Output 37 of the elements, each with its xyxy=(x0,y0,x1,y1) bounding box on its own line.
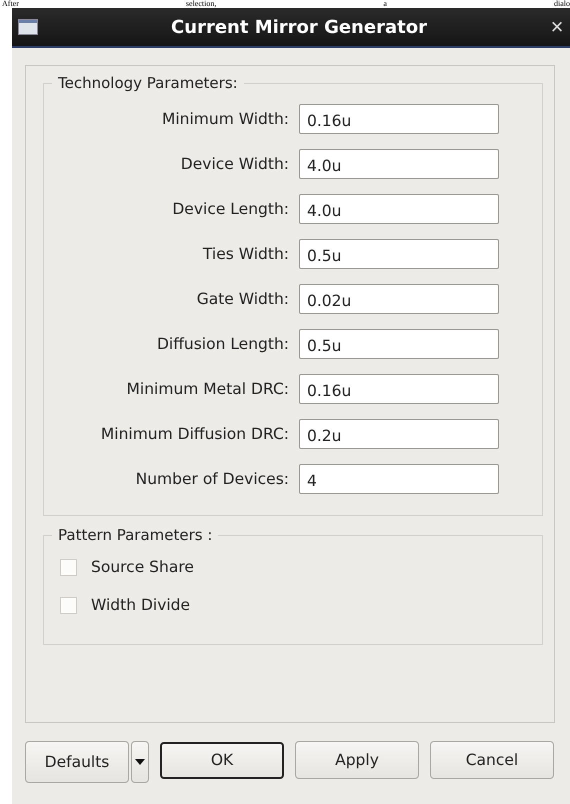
checkbox[interactable] xyxy=(60,596,77,614)
dialog-button[interactable]: Apply xyxy=(295,741,419,779)
field-label: Diffusion Length: xyxy=(156,334,289,352)
dropdown-button[interactable] xyxy=(131,741,149,783)
input-field[interactable]: 4 xyxy=(299,464,499,494)
document-word: a xyxy=(383,0,387,8)
field-label: Number of Devices: xyxy=(134,470,289,488)
document-word: After xyxy=(2,0,19,8)
input-field[interactable]: 4.0u xyxy=(299,148,499,178)
group-title: Pattern Parameters : xyxy=(57,526,214,544)
group-title: Technology Parameters: xyxy=(57,74,239,92)
dialog-button[interactable]: Cancel xyxy=(430,741,554,779)
checkbox[interactable] xyxy=(60,558,77,576)
close-button[interactable]: × xyxy=(550,14,564,40)
field-label: Device Width: xyxy=(180,154,289,172)
input-field[interactable]: 0.5u xyxy=(299,328,499,358)
input-field[interactable]: 0.5u xyxy=(299,238,499,268)
input-field[interactable]: 0.16u xyxy=(299,374,499,404)
checkbox-label: Source Share xyxy=(91,558,194,576)
input-field[interactable]: 4.0u xyxy=(299,194,499,224)
input-field[interactable]: 0.02u xyxy=(299,284,499,314)
document-word: selection, xyxy=(186,0,216,8)
caret-icon xyxy=(135,759,145,765)
window-icon xyxy=(18,19,38,35)
field-label: Minimum Diffusion DRC: xyxy=(100,424,289,442)
input-field[interactable]: 0.16u xyxy=(299,104,499,134)
defaults-button[interactable]: Defaults xyxy=(25,741,129,783)
field-label: Minimum Metal DRC: xyxy=(126,380,289,398)
checkbox-label: Width Divide xyxy=(91,596,190,614)
field-label: Minimum Width: xyxy=(160,110,289,128)
field-label: Ties Width: xyxy=(202,244,289,262)
dialog-button[interactable]: OK xyxy=(160,742,284,778)
field-label: Gate Width: xyxy=(196,290,289,308)
field-label: Device Length: xyxy=(171,200,289,218)
document-word: dialo xyxy=(554,0,570,8)
window-title: Current Mirror Generator xyxy=(170,16,428,38)
input-field[interactable]: 0.2u xyxy=(299,418,499,448)
